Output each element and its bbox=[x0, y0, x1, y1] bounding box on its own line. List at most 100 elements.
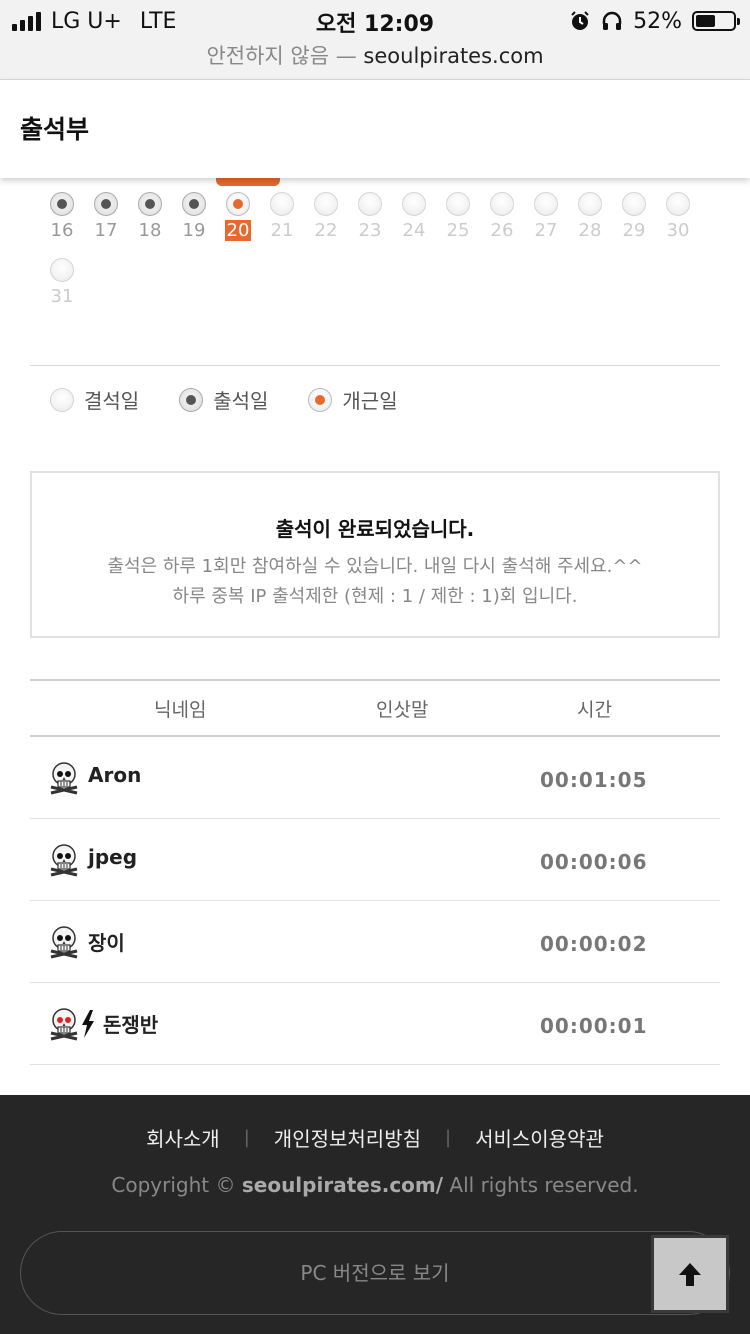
skull-icon bbox=[48, 761, 80, 795]
legend-absent: 결석일 bbox=[50, 385, 139, 414]
empty-radio-icon bbox=[578, 192, 602, 216]
day-number: 26 bbox=[490, 220, 514, 241]
day-number: 22 bbox=[314, 220, 338, 241]
level-icons bbox=[48, 761, 80, 795]
day-number: 18 bbox=[138, 220, 162, 241]
status-right: 52% bbox=[569, 8, 740, 34]
footer-separator: | bbox=[243, 1127, 250, 1148]
level-icons bbox=[48, 1007, 95, 1041]
nickname[interactable]: jpeg bbox=[88, 845, 137, 869]
address-bar[interactable]: 안전하지 않음 — seoulpirates.com bbox=[0, 40, 750, 70]
calendar-day: 20 bbox=[216, 192, 260, 241]
skull-icon bbox=[48, 925, 80, 959]
empty-radio-icon bbox=[50, 258, 74, 282]
footer-separator: | bbox=[445, 1127, 452, 1148]
lightning-icon bbox=[80, 1010, 95, 1038]
attended-radio-icon bbox=[94, 192, 118, 216]
nickname[interactable]: Aron bbox=[88, 763, 141, 787]
notice-line-2: 하루 중복 IP 출석제한 (현제 : 1 / 제한 : 1)회 입니다. bbox=[172, 586, 578, 607]
header-nickname: 닉네임 bbox=[154, 699, 207, 721]
page-title: 출석부 bbox=[20, 115, 90, 144]
day-number: 25 bbox=[446, 220, 470, 241]
day-number: 24 bbox=[402, 220, 426, 241]
table-row: jpeg 00:00:06 bbox=[30, 819, 720, 901]
empty-radio-icon bbox=[490, 192, 514, 216]
empty-radio-icon bbox=[622, 192, 646, 216]
calendar-day: 19 bbox=[172, 192, 216, 241]
calendar-day: 17 bbox=[84, 192, 128, 241]
battery-icon bbox=[692, 11, 740, 31]
copyright-prefix: Copyright © bbox=[111, 1173, 236, 1197]
table-row: Aron 00:01:05 bbox=[30, 737, 720, 819]
footer-link-privacy[interactable]: 개인정보처리방침 bbox=[274, 1123, 421, 1152]
day-number: 21 bbox=[270, 220, 294, 241]
legend-perfect-label: 개근일 bbox=[342, 389, 398, 413]
calendar-day: 21 bbox=[260, 192, 304, 241]
attended-radio-icon bbox=[50, 192, 74, 216]
headphones-icon bbox=[602, 11, 622, 30]
alarm-icon bbox=[571, 11, 589, 30]
attendance-time: 00:00:01 bbox=[540, 1014, 648, 1038]
footer-link-terms[interactable]: 서비스이용약관 bbox=[475, 1123, 604, 1152]
empty-radio-icon bbox=[358, 192, 382, 216]
completion-notice: 출석이 완료되었습니다. 출석은 하루 1회만 참여하실 수 있습니다. 내일 … bbox=[30, 471, 720, 638]
calendar-day: 31 bbox=[40, 258, 84, 307]
attendance-table: 닉네임 인삿말 시간 Aron 00:01:05 jpeg 00:00:06 장이 00:… bbox=[30, 679, 720, 1065]
calendar-day: 29 bbox=[612, 192, 656, 241]
battery-percent: 52% bbox=[633, 8, 682, 34]
skull-icon bbox=[48, 843, 80, 877]
header-time: 시간 bbox=[577, 699, 612, 721]
nickname[interactable]: 장이 bbox=[88, 927, 125, 956]
footer: 회사소개 | 개인정보처리방침 | 서비스이용약관 Copyright © se… bbox=[0, 1095, 750, 1334]
day-number: 29 bbox=[622, 220, 646, 241]
calendar-day: 28 bbox=[568, 192, 612, 241]
calendar-day: 30 bbox=[656, 192, 700, 241]
perfect-radio-icon bbox=[226, 192, 250, 216]
footer-link-company[interactable]: 회사소개 bbox=[146, 1123, 220, 1152]
attended-radio-icon bbox=[182, 192, 206, 216]
calendar-day: 18 bbox=[128, 192, 172, 241]
attendance-time: 00:00:02 bbox=[540, 932, 648, 956]
day-number: 20 bbox=[224, 220, 252, 241]
arrow-up-icon bbox=[679, 1263, 701, 1286]
empty-radio-icon bbox=[402, 192, 426, 216]
table-row: 돈쟁반 00:00:01 bbox=[30, 983, 720, 1065]
legend-absent-label: 결석일 bbox=[84, 389, 140, 413]
attended-radio-icon bbox=[138, 192, 162, 216]
status-bar: LG U+ LTE 오전 12:09 52% 안전하지 않음 — seoulpi… bbox=[0, 0, 750, 80]
calendar-day: 24 bbox=[392, 192, 436, 241]
divider bbox=[30, 365, 720, 366]
calendar-day: 25 bbox=[436, 192, 480, 241]
table-body: Aron 00:01:05 jpeg 00:00:06 장이 00:00:02 돈쟁반 00:… bbox=[30, 737, 720, 1065]
scroll-top-button[interactable] bbox=[651, 1235, 729, 1313]
legend-attended: 출석일 bbox=[179, 385, 268, 414]
empty-radio-icon bbox=[270, 192, 294, 216]
day-number: 16 bbox=[50, 220, 74, 241]
today-marker bbox=[216, 178, 280, 186]
attended-radio-icon bbox=[179, 387, 204, 412]
absent-radio-icon bbox=[50, 387, 74, 412]
notice-title: 출석이 완료되었습니다. bbox=[275, 517, 475, 541]
day-number: 23 bbox=[358, 220, 382, 241]
notice-line-1: 출석은 하루 1회만 참여하실 수 있습니다. 내일 다시 출석해 주세요.^^ bbox=[107, 556, 643, 577]
table-header: 닉네임 인삿말 시간 bbox=[30, 679, 720, 737]
pc-version-button[interactable]: PC 버전으로 보기 bbox=[20, 1231, 730, 1315]
day-number: 30 bbox=[666, 220, 690, 241]
legend-attended-label: 출석일 bbox=[213, 389, 269, 413]
calendar-day: 26 bbox=[480, 192, 524, 241]
table-row: 장이 00:00:02 bbox=[30, 901, 720, 983]
day-number: 28 bbox=[578, 220, 602, 241]
url-domain: seoulpirates.com bbox=[363, 44, 544, 68]
calendar-day: 16 bbox=[40, 192, 84, 241]
header-greeting: 인삿말 bbox=[376, 699, 429, 721]
skull-icon-red bbox=[48, 1007, 80, 1041]
empty-radio-icon bbox=[534, 192, 558, 216]
url-separator: — bbox=[335, 44, 357, 68]
day-number: 31 bbox=[50, 286, 74, 307]
empty-radio-icon bbox=[314, 192, 338, 216]
nickname[interactable]: 돈쟁반 bbox=[103, 1009, 158, 1038]
calendar-day: 27 bbox=[524, 192, 568, 241]
copyright: Copyright © seoulpirates.com/ All rights… bbox=[0, 1173, 750, 1197]
calendar-day: 23 bbox=[348, 192, 392, 241]
day-number: 27 bbox=[534, 220, 558, 241]
